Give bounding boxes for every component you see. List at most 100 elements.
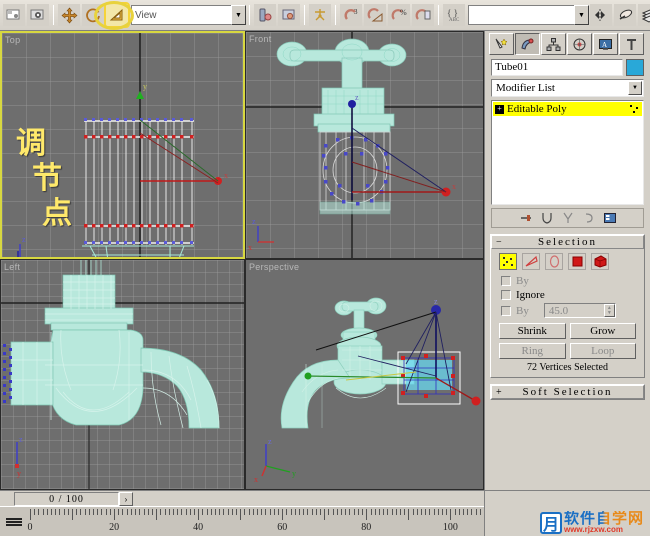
stack-entry-editable-poly[interactable]: + Editable Poly (493, 102, 642, 116)
by-vertex-row[interactable]: By (491, 274, 644, 288)
ruler-tick (328, 509, 329, 515)
tab-motion[interactable] (567, 33, 592, 55)
by-angle-spinner[interactable]: 45.0 ▲▼ (544, 303, 616, 318)
ring-button[interactable]: Ring (499, 343, 566, 359)
ignore-backfacing-row[interactable]: Ignore (491, 288, 644, 302)
tab-hierarchy[interactable] (541, 33, 566, 55)
select-and-rotate-icon[interactable] (82, 4, 104, 26)
ruler-tick (392, 509, 393, 515)
make-unique-icon[interactable] (560, 210, 576, 226)
reference-coordinate-dropdown-arrow[interactable]: ▼ (231, 5, 246, 25)
viewport-perspective[interactable]: Perspective (245, 259, 484, 490)
shrink-button[interactable]: Shrink (499, 323, 566, 339)
chevron-down-icon[interactable]: ▼ (628, 81, 642, 95)
named-selection-dropdown-arrow[interactable]: ▼ (574, 5, 589, 25)
show-end-result-icon[interactable] (539, 210, 555, 226)
percent-snap-toggle-icon[interactable]: % (388, 4, 410, 26)
annotation-char-2: 节 (32, 164, 62, 194)
ruler-tick (286, 509, 287, 515)
ruler-tick (349, 509, 350, 515)
align-icon[interactable] (614, 4, 636, 26)
configure-sets-icon[interactable] (602, 210, 618, 226)
ruler-tick (64, 509, 65, 515)
ruler-tick (122, 509, 123, 515)
ruler-tick (244, 509, 245, 515)
set-key-button[interactable] (3, 513, 25, 531)
redo-button[interactable] (27, 4, 49, 26)
svg-text:%: % (400, 8, 407, 17)
sub-object-vertex-button[interactable] (499, 253, 517, 270)
tab-display[interactable]: A (593, 33, 618, 55)
named-selection-field[interactable] (468, 5, 574, 25)
viewport-left[interactable]: Left (0, 259, 245, 490)
ruler-tick (198, 509, 199, 520)
modifier-stack[interactable]: + Editable Poly (491, 100, 644, 205)
viewport-front[interactable]: Front (245, 31, 484, 259)
sub-object-polygon-button[interactable] (568, 253, 586, 270)
expand-plus-icon[interactable]: + (496, 387, 502, 398)
svg-text:y: y (143, 82, 147, 91)
grow-button[interactable]: Grow (570, 323, 637, 339)
sub-object-element-button[interactable] (591, 253, 609, 270)
collapse-minus-icon[interactable]: − (496, 237, 502, 248)
ruler-tick (312, 509, 313, 515)
by-angle-value: 45.0 (549, 305, 568, 317)
viewport-top[interactable]: Top 调 节 点 (0, 31, 245, 259)
object-color-swatch[interactable] (626, 59, 644, 76)
reference-coordinate-system[interactable]: View (131, 5, 231, 25)
ruler-tick (97, 509, 98, 515)
mirror-icon[interactable] (590, 4, 612, 26)
ruler-tick (194, 509, 195, 515)
spinner-snap-toggle-icon[interactable] (412, 4, 434, 26)
soft-selection-rollout-title: Soft Selection (522, 386, 612, 398)
by-angle-checkbox[interactable] (501, 306, 511, 316)
angle-snap-toggle-icon[interactable] (364, 4, 386, 26)
ruler-tick (480, 509, 481, 515)
tab-create[interactable] (489, 33, 514, 55)
ruler-tick (253, 509, 254, 515)
selection-rollout-header[interactable]: − Selection (491, 235, 644, 249)
object-name-field[interactable]: Tube01 (491, 59, 623, 76)
svg-text:z: z (355, 93, 359, 102)
select-and-move-icon[interactable] (58, 4, 80, 26)
modifier-list-dropdown[interactable]: Modifier List ▼ (491, 79, 644, 97)
ruler-tick (202, 509, 203, 515)
undo-button[interactable] (3, 4, 25, 26)
ruler-tick (207, 509, 208, 515)
pin-stack-icon[interactable] (518, 210, 534, 226)
next-frame-button[interactable]: › (119, 492, 133, 506)
use-selection-center-icon[interactable] (278, 4, 300, 26)
ruler-tick (72, 509, 73, 520)
current-frame-display[interactable]: 0 / 100 (14, 492, 119, 506)
use-pivot-point-center-icon[interactable] (254, 4, 276, 26)
select-and-scale-icon[interactable] (106, 4, 128, 26)
tab-modify[interactable] (515, 33, 540, 55)
ruler-tick (144, 509, 145, 515)
viewport-perspective-contents: z z y x (246, 260, 484, 490)
time-ruler[interactable]: 020406080100 (0, 506, 484, 536)
loop-button[interactable]: Loop (570, 343, 637, 359)
select-and-manipulate-icon[interactable] (309, 4, 331, 26)
track-bar[interactable]: 0 / 100 › (0, 490, 484, 506)
command-panel-tabs: A (485, 31, 650, 55)
layer-manager-icon[interactable] (638, 4, 650, 26)
snap-toggle-icon[interactable]: 3 (340, 4, 362, 26)
ruler-tick (299, 509, 300, 515)
ruler-tick (354, 509, 355, 515)
tab-utilities[interactable] (619, 33, 644, 55)
ruler-tick (463, 509, 464, 515)
by-angle-row[interactable]: By 45.0 ▲▼ (491, 302, 644, 319)
remove-modifier-icon[interactable] (581, 210, 597, 226)
by-vertex-checkbox[interactable] (501, 276, 511, 286)
expand-plus-icon[interactable]: + (495, 105, 504, 114)
ignore-backfacing-checkbox[interactable] (501, 290, 511, 300)
soft-selection-rollout-header[interactable]: + Soft Selection (491, 385, 644, 399)
ruler-tick (228, 509, 229, 515)
sub-object-edge-button[interactable] (522, 253, 540, 270)
selection-rollout-title: Selection (538, 236, 597, 248)
svg-text:3: 3 (354, 8, 358, 16)
sub-object-border-button[interactable] (545, 253, 563, 270)
spinner-arrows-icon[interactable]: ▲▼ (604, 304, 615, 317)
ruler-tick (379, 509, 380, 515)
named-selection-sets-icon[interactable]: { }ABC (443, 4, 465, 26)
